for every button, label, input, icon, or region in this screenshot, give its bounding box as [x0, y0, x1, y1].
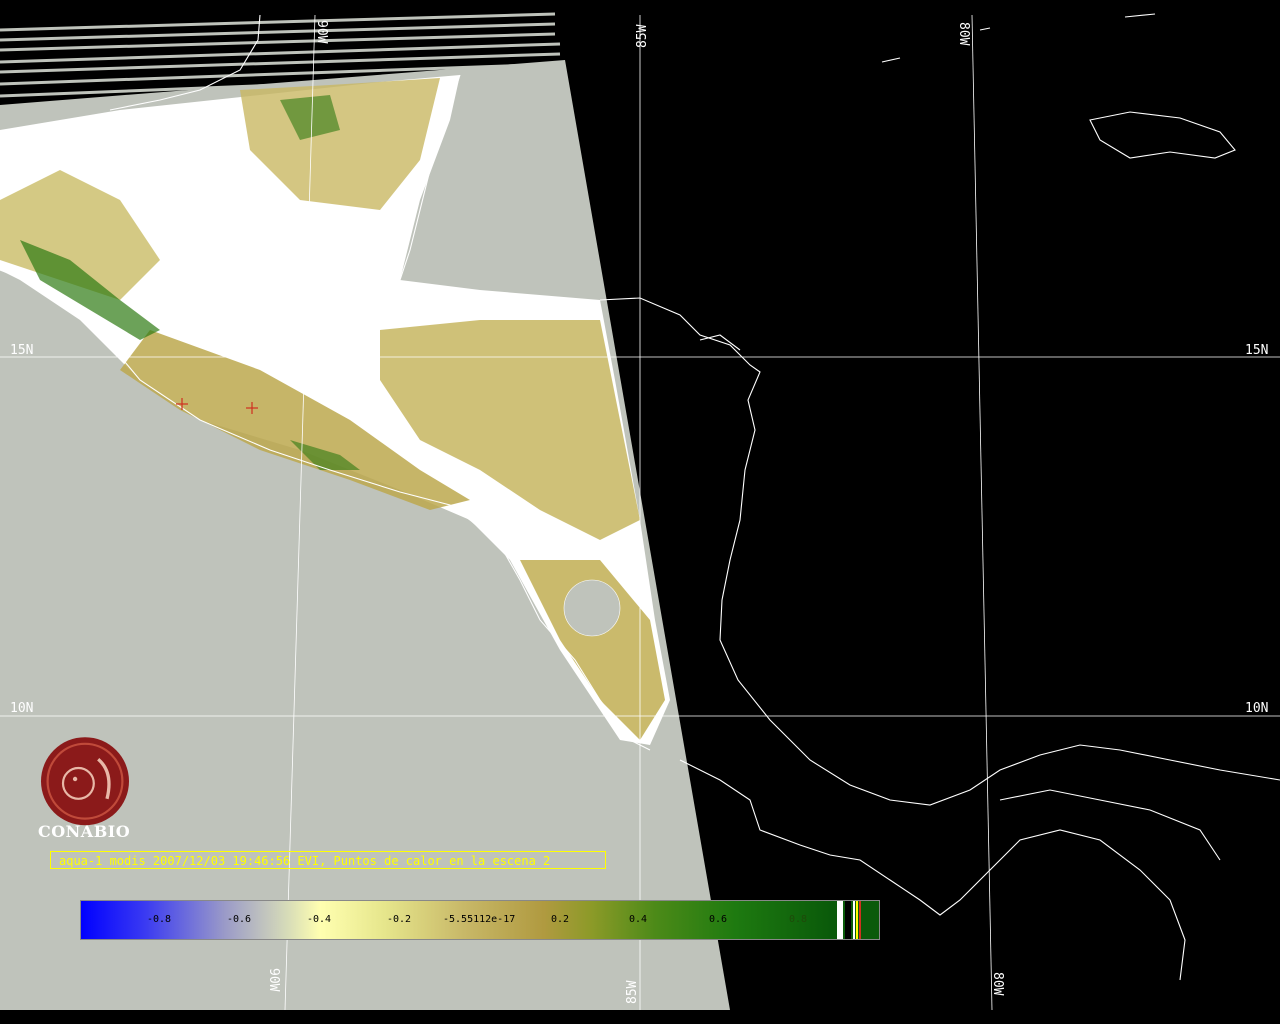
colorbar-band-white-2 — [853, 901, 855, 939]
colorbar-band-yellow — [856, 901, 858, 939]
lake-nicaragua — [563, 579, 621, 637]
colorbar-band-black — [845, 901, 851, 939]
lat-label-15-right: 15N — [1245, 343, 1268, 358]
lon-label-85-top: 85W — [635, 24, 650, 48]
colorbar-tick: 0.4 — [629, 914, 648, 925]
lon-label-80-bottom: 80W — [990, 972, 1005, 996]
evi-colorbar: -0.8 -0.6 -0.4 -0.2 -5.55112e-17 0.2 0.4… — [80, 900, 880, 940]
lat-label-15-left: 15N — [10, 343, 33, 358]
lat-label-10-left: 10N — [10, 701, 33, 716]
colorbar-tick: -0.6 — [227, 914, 252, 925]
conabio-logo-icon — [41, 737, 129, 826]
colorbar-tick: 0.6 — [709, 914, 728, 925]
colorbar-tick: -0.4 — [307, 914, 332, 925]
lat-label-10-right: 10N — [1245, 701, 1268, 716]
colorbar-tick: -0.8 — [147, 914, 172, 925]
colorbar-tick: -5.55112e-17 — [443, 914, 516, 925]
lon-label-80-top: 80W — [956, 22, 971, 46]
scene-caption: aqua-1 modis 2007/12/03 19:46:56 EVI, Pu… — [50, 851, 606, 869]
brand-name: CONABIO — [38, 822, 131, 841]
colorbar-band-red — [859, 901, 861, 939]
lon-label-90-top: 90W — [314, 20, 329, 44]
colorbar-tick: 0.8 — [789, 914, 808, 925]
lon-label-90-bottom: 90W — [266, 968, 281, 992]
colorbar-tick: 0.2 — [551, 914, 570, 925]
colorbar-band-white — [837, 901, 843, 939]
colorbar-tick: -0.2 — [387, 914, 412, 925]
map-canvas: 15N 15N 10N 10N 90W 85W 80W 90W 85W 80W — [0, 0, 1280, 1024]
lon-label-85-bottom: 85W — [625, 980, 640, 1004]
